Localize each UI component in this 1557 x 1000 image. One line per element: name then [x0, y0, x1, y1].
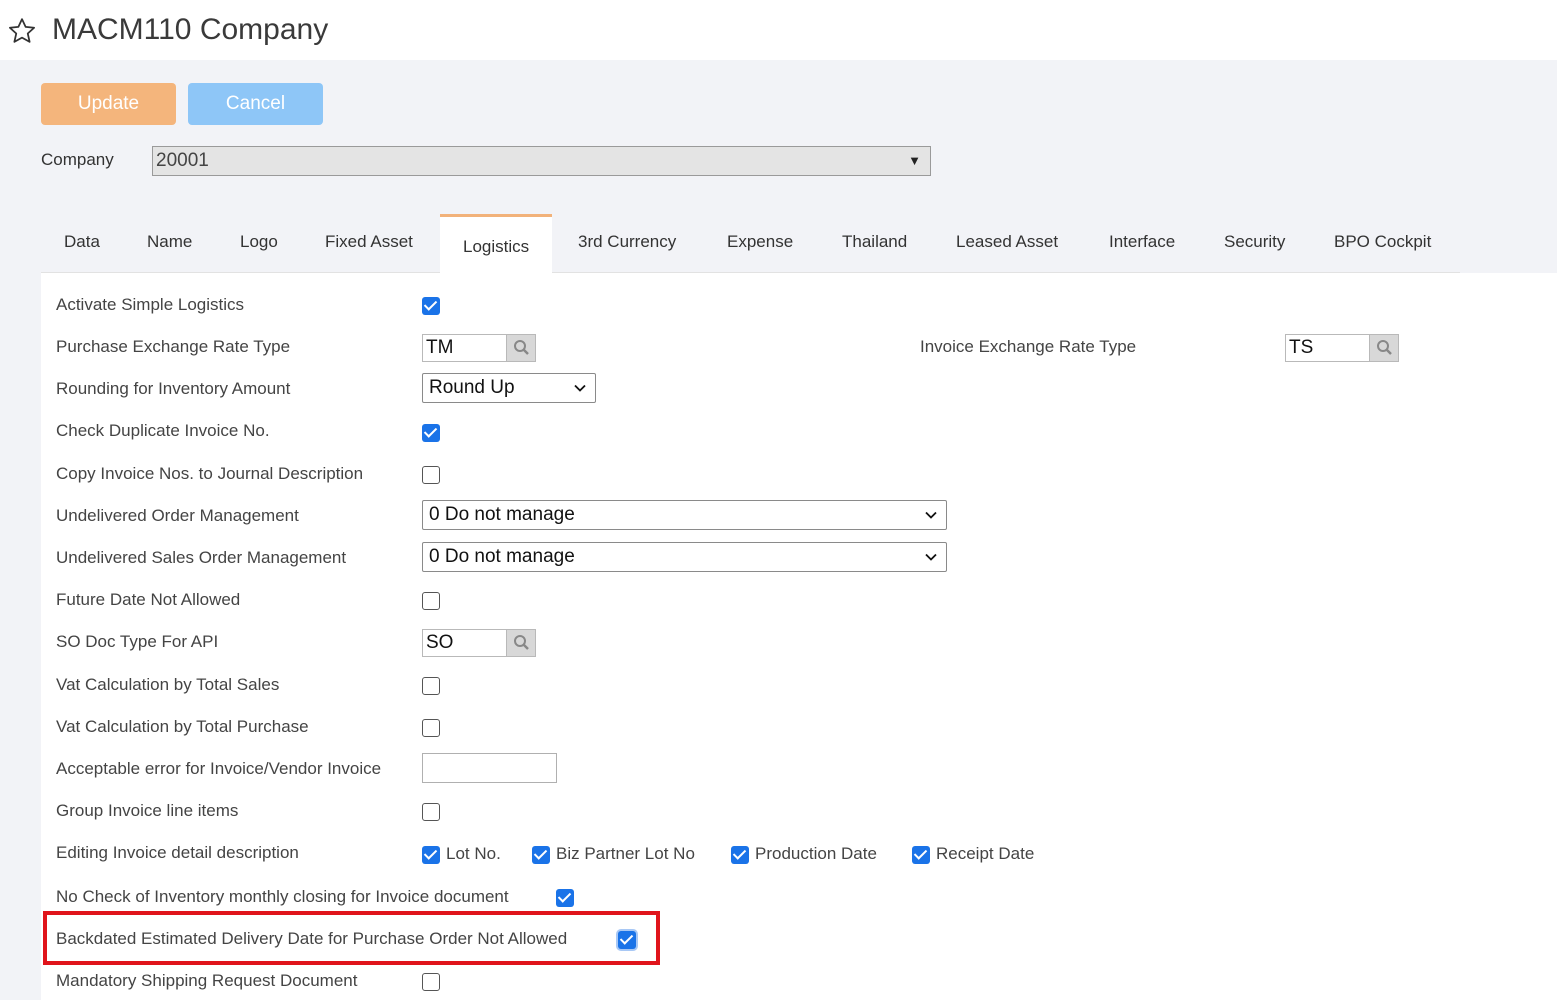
company-label: Company	[41, 150, 114, 169]
chevron-down-icon	[925, 553, 937, 561]
rounding-inventory-amount-select[interactable]: Round Up	[422, 373, 596, 403]
company-select[interactable]: 20001 ▼	[152, 146, 931, 176]
mandatory-shipping-request-checkbox[interactable]	[422, 973, 440, 991]
invoice-exchange-rate-type-label: Invoice Exchange Rate Type	[920, 337, 1137, 356]
receipt-date-label: Receipt Date	[936, 844, 1035, 863]
check-duplicate-invoice-label: Check Duplicate Invoice No.	[56, 421, 270, 440]
chevron-down-icon	[925, 511, 937, 519]
rounding-inventory-amount-value: Round Up	[429, 377, 515, 398]
editing-invoice-detail-label: Editing Invoice detail description	[56, 843, 299, 862]
purchase-exchange-rate-type-value: TM	[426, 337, 454, 358]
tab-expense[interactable]: Expense	[727, 212, 793, 272]
title-bar: MACM110 Company	[0, 0, 1557, 60]
invoice-exchange-rate-type-field[interactable]: TS	[1285, 334, 1399, 362]
undelivered-sales-order-mgmt-select[interactable]: 0 Do not manage	[422, 542, 947, 572]
lookup-search-button[interactable]	[506, 630, 535, 656]
page-title: MACM110 Company	[52, 13, 329, 46]
lot-no-label: Lot No.	[446, 844, 501, 863]
highlight-box	[43, 911, 660, 965]
mandatory-shipping-request-label: Mandatory Shipping Request Document	[56, 971, 358, 990]
biz-partner-lot-no-checkbox[interactable]	[532, 846, 550, 864]
tab-name[interactable]: Name	[147, 212, 192, 272]
purchase-exchange-rate-type-label: Purchase Exchange Rate Type	[56, 337, 291, 356]
tab-interface[interactable]: Interface	[1109, 212, 1175, 272]
rounding-inventory-amount-label: Rounding for Inventory Amount	[56, 379, 291, 398]
future-date-not-allowed-label: Future Date Not Allowed	[56, 590, 241, 609]
tab-data[interactable]: Data	[64, 212, 100, 272]
so-doc-type-for-api-value: SO	[426, 632, 454, 653]
vat-calc-total-purchase-checkbox[interactable]	[422, 719, 440, 737]
vat-calc-total-purchase-label: Vat Calculation by Total Purchase	[56, 717, 309, 736]
search-icon	[1377, 340, 1392, 355]
update-button[interactable]: Update	[41, 83, 176, 125]
production-date-checkbox[interactable]	[731, 846, 749, 864]
biz-partner-lot-no-label: Biz Partner Lot No	[556, 844, 695, 863]
vat-calc-total-sales-checkbox[interactable]	[422, 677, 440, 695]
acceptable-error-label: Acceptable error for Invoice/Vendor Invo…	[56, 759, 382, 778]
company-value: 20001	[156, 150, 209, 171]
group-invoice-line-items-checkbox[interactable]	[422, 803, 440, 821]
activate-simple-logistics-checkbox[interactable]	[422, 297, 440, 315]
future-date-not-allowed-checkbox[interactable]	[422, 592, 440, 610]
group-invoice-line-items-label: Group Invoice line items	[56, 801, 239, 820]
dropdown-arrow-icon: ▼	[908, 153, 921, 168]
production-date-label: Production Date	[755, 844, 877, 863]
undelivered-order-mgmt-label: Undelivered Order Management	[56, 506, 299, 525]
so-doc-type-for-api-field[interactable]: SO	[422, 629, 536, 657]
undelivered-sales-order-mgmt-value: 0 Do not manage	[429, 546, 575, 567]
undelivered-order-mgmt-value: 0 Do not manage	[429, 504, 575, 525]
check-duplicate-invoice-checkbox[interactable]	[422, 424, 440, 442]
no-check-inventory-closing-label: No Check of Inventory monthly closing fo…	[56, 887, 509, 906]
lookup-search-button[interactable]	[1369, 335, 1398, 361]
search-icon	[514, 340, 529, 355]
activate-simple-logistics-label: Activate Simple Logistics	[56, 295, 245, 314]
undelivered-sales-order-mgmt-label: Undelivered Sales Order Management	[56, 548, 347, 567]
lot-no-checkbox[interactable]	[422, 846, 440, 864]
tab-security[interactable]: Security	[1224, 212, 1285, 272]
tab-bpo-cockpit[interactable]: BPO Cockpit	[1334, 212, 1431, 272]
invoice-exchange-rate-type-value: TS	[1289, 337, 1314, 358]
copy-invoice-nos-checkbox[interactable]	[422, 466, 440, 484]
undelivered-order-mgmt-select[interactable]: 0 Do not manage	[422, 500, 947, 530]
tab-logistics[interactable]: Logistics	[440, 214, 553, 275]
no-check-inventory-closing-checkbox[interactable]	[556, 889, 574, 907]
lookup-search-button[interactable]	[506, 335, 535, 361]
tab-3rd-currency[interactable]: 3rd Currency	[578, 212, 676, 272]
acceptable-error-input[interactable]	[422, 753, 557, 783]
cancel-button[interactable]: Cancel	[188, 83, 323, 125]
tab-leased-asset[interactable]: Leased Asset	[956, 212, 1058, 272]
search-icon	[514, 635, 529, 650]
vat-calc-total-sales-label: Vat Calculation by Total Sales	[56, 675, 280, 694]
tab-fixed-asset[interactable]: Fixed Asset	[325, 212, 413, 272]
tab-thailand[interactable]: Thailand	[842, 212, 907, 272]
star-outline-icon[interactable]	[7, 16, 37, 46]
tab-bar: Data Name Logo Fixed Asset Logistics 3rd…	[41, 212, 1460, 275]
receipt-date-checkbox[interactable]	[912, 846, 930, 864]
chevron-down-icon	[574, 384, 586, 392]
purchase-exchange-rate-type-field[interactable]: TM	[422, 334, 536, 362]
copy-invoice-nos-label: Copy Invoice Nos. to Journal Description	[56, 464, 364, 483]
tab-logo[interactable]: Logo	[240, 212, 278, 272]
so-doc-type-for-api-label: SO Doc Type For API	[56, 632, 219, 651]
